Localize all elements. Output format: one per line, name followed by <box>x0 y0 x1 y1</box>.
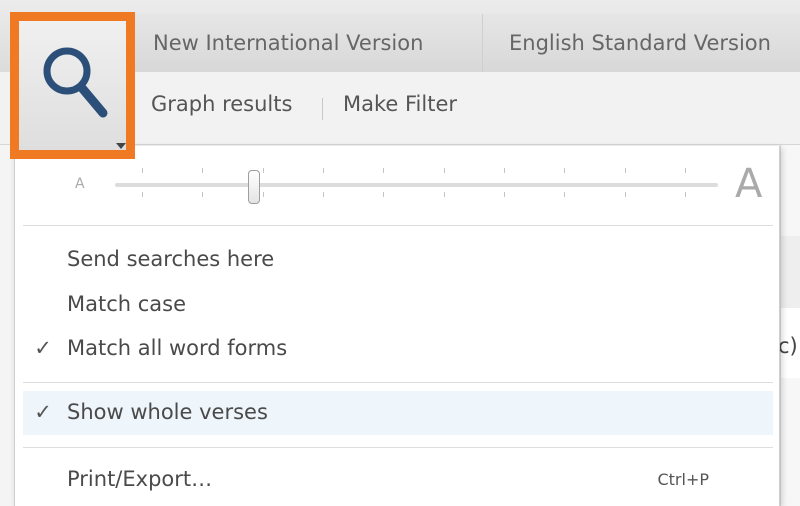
zoom-tick <box>323 168 324 173</box>
zoom-tick <box>383 168 384 173</box>
tab-english-standard-version[interactable]: English Standard Version <box>482 14 800 72</box>
zoom-tick <box>564 192 565 197</box>
toolbar-separator <box>322 98 323 120</box>
zoom-tick <box>142 168 143 173</box>
zoom-tick <box>444 192 445 197</box>
background-row <box>781 236 800 308</box>
menu-divider <box>23 225 773 226</box>
menu-divider <box>23 447 773 448</box>
menu-item-label: Print/Export… <box>67 467 213 491</box>
search-menu-button[interactable] <box>10 12 135 159</box>
zoom-small-label: A <box>75 176 85 192</box>
zoom-tick <box>444 168 445 173</box>
menu-item-label: Match case <box>67 292 187 316</box>
zoom-tick <box>685 192 686 197</box>
zoom-tick <box>202 192 203 197</box>
chevron-down-icon <box>116 143 126 149</box>
zoom-tick <box>383 192 384 197</box>
zoom-tick <box>625 192 626 197</box>
app-window: New International Version English Standa… <box>0 0 800 506</box>
menu-item-send-searches-here[interactable]: Send searches here <box>23 238 773 282</box>
make-filter-link[interactable]: Make Filter <box>343 92 457 116</box>
zoom-tick <box>202 168 203 173</box>
menu-item-label: Send searches here <box>67 247 275 271</box>
zoom-tick <box>323 192 324 197</box>
panel-menu: A A Send searches here Match case ✓ Matc… <box>14 146 780 506</box>
zoom-slider-thumb[interactable] <box>248 170 260 204</box>
menu-item-print-export[interactable]: Print/Export… Ctrl+P <box>23 458 773 502</box>
zoom-tick <box>504 168 505 173</box>
zoom-tick <box>564 168 565 173</box>
checkmark-icon: ✓ <box>34 400 52 424</box>
menu-divider <box>23 382 773 383</box>
menu-item-label: Match all word forms <box>67 336 288 360</box>
zoom-slider-track[interactable] <box>115 183 718 187</box>
menu-item-match-all-word-forms[interactable]: ✓ Match all word forms <box>23 327 773 371</box>
magnifier-icon <box>43 47 108 118</box>
zoom-tick <box>142 192 143 197</box>
zoom-tick <box>685 168 686 173</box>
graph-results-link[interactable]: Graph results <box>151 92 292 116</box>
zoom-tick <box>263 192 264 197</box>
background-clipped-text: c) <box>778 334 798 358</box>
zoom-tick <box>263 168 264 173</box>
tab-new-international-version[interactable]: New International Version <box>134 14 482 72</box>
zoom-large-label: A <box>735 161 763 207</box>
menu-item-show-whole-verses[interactable]: ✓ Show whole verses <box>23 391 773 435</box>
zoom-tick <box>625 168 626 173</box>
checkmark-icon: ✓ <box>34 336 52 360</box>
shortcut-hint: Ctrl+P <box>657 470 709 489</box>
menu-item-label: Show whole verses <box>67 400 268 424</box>
menu-item-match-case[interactable]: Match case <box>23 283 773 327</box>
zoom-tick <box>504 192 505 197</box>
